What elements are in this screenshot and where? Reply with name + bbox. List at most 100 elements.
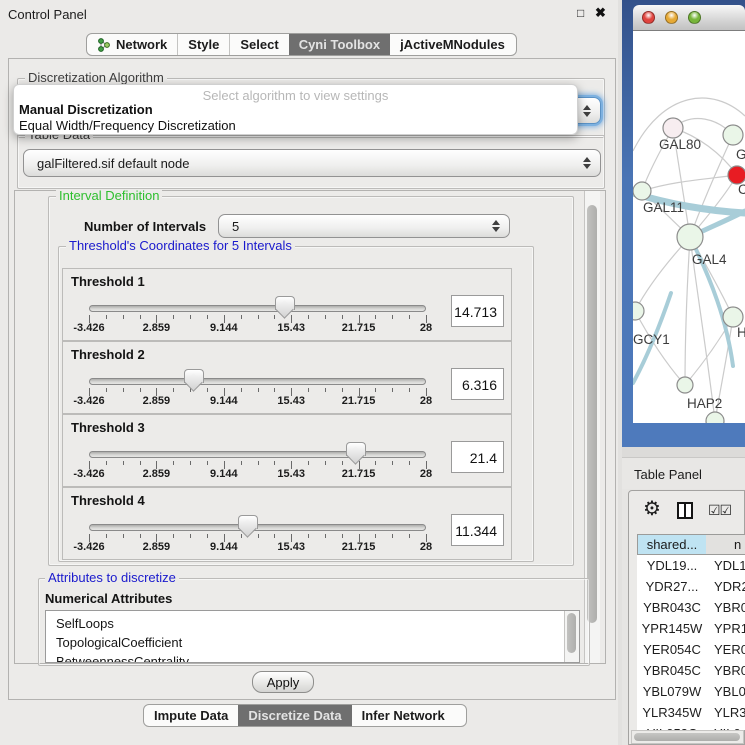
cell-name[interactable]: YBL0 xyxy=(707,681,745,702)
cell-shared-name[interactable]: YER054C xyxy=(637,639,707,660)
numerical-attributes-list[interactable]: SelfLoopsTopologicalCoefficientBetweenne… xyxy=(45,610,580,663)
tab-style[interactable]: Style xyxy=(177,34,229,55)
attribute-list-item[interactable]: SelfLoops xyxy=(46,614,579,633)
table-row[interactable]: YBL079WYBL0 xyxy=(637,681,745,702)
node-hap2[interactable] xyxy=(677,377,693,393)
threshold-value-field[interactable]: 11.344 xyxy=(451,514,504,546)
tab-cyni-toolbox[interactable]: Cyni Toolbox xyxy=(289,34,390,55)
attribute-list-item[interactable]: TopologicalCoefficient xyxy=(46,633,579,652)
cell-shared-name[interactable]: YDR27... xyxy=(637,576,707,597)
float-icon[interactable]: □ xyxy=(577,6,584,20)
table-row[interactable]: YLR345WYLR3 xyxy=(637,702,745,723)
cell-shared-name[interactable]: YDL19... xyxy=(637,555,707,576)
cell-shared-name[interactable]: YBR043C xyxy=(637,597,707,618)
node-bottom[interactable] xyxy=(706,412,724,423)
columns-icon[interactable] xyxy=(677,502,693,519)
tab-discretize-data[interactable]: Discretize Data xyxy=(238,705,351,726)
threshold-value-field[interactable]: 14.713 xyxy=(451,295,504,327)
node-gal11[interactable] xyxy=(633,182,651,200)
slider-track[interactable] xyxy=(89,451,426,458)
slider-track[interactable] xyxy=(89,305,426,312)
gear-icon[interactable]: ⚙ xyxy=(643,499,661,519)
node-gal80[interactable] xyxy=(663,118,683,138)
tick-label: 15.43 xyxy=(277,322,305,334)
tick-mark xyxy=(140,534,141,538)
close-icon[interactable]: ✖ xyxy=(595,5,606,21)
cell-shared-name[interactable]: YBR045C xyxy=(637,660,707,681)
network-window-titlebar[interactable] xyxy=(633,5,745,31)
network-edge[interactable] xyxy=(635,237,690,311)
column-header-shared-name[interactable]: shared... xyxy=(637,534,707,555)
network-edge[interactable] xyxy=(685,237,690,385)
node-gcy1[interactable] xyxy=(633,302,644,320)
slider-tick-labels: -3.4262.8599.14415.4321.71528 xyxy=(89,468,426,482)
table-row[interactable]: YPR145WYPR1 xyxy=(637,618,745,639)
node-top-right[interactable] xyxy=(723,125,743,145)
tab-impute-data[interactable]: Impute Data xyxy=(144,705,238,726)
slider-thumb[interactable] xyxy=(346,442,366,456)
cell-shared-name[interactable]: YBL079W xyxy=(637,681,707,702)
cell-name[interactable]: YBR0 xyxy=(707,660,745,681)
network-window-frame: GAL80GACGAL11GAL4GCY1HHAP2 xyxy=(622,0,745,447)
table-row[interactable]: YIL052CYIL0 xyxy=(637,723,745,730)
tab-infer-network[interactable]: Infer Network xyxy=(352,705,455,726)
table-row[interactable]: YER054CYER0 xyxy=(637,639,745,660)
cell-name[interactable]: YBR0 xyxy=(707,597,745,618)
checkbox-icons[interactable]: ☑☑ xyxy=(708,502,731,519)
network-view-canvas[interactable]: GAL80GACGAL11GAL4GCY1HHAP2 xyxy=(633,31,745,423)
tab-network[interactable]: Network xyxy=(87,34,177,55)
popup-option-equal-width[interactable]: Equal Width/Frequency Discretization xyxy=(19,118,236,133)
tick-mark xyxy=(308,388,309,392)
cell-shared-name[interactable]: YPR145W xyxy=(637,618,707,639)
attributes-list-scrollbar[interactable] xyxy=(564,611,579,662)
cell-name[interactable]: YPR1 xyxy=(707,618,745,639)
cell-name[interactable]: YLR3 xyxy=(707,702,745,723)
threshold-value-field[interactable]: 21.4 xyxy=(451,441,504,473)
slider-tick-labels: -3.4262.8599.14415.4321.71528 xyxy=(89,322,426,336)
close-traffic-light[interactable] xyxy=(642,11,655,24)
scrollbar-thumb[interactable] xyxy=(634,733,740,741)
scrollbar-thumb[interactable] xyxy=(567,613,576,653)
column-header-name[interactable]: n xyxy=(706,534,745,555)
slider-thumb[interactable] xyxy=(275,296,295,310)
threshold-panel-3: Threshold 3-3.4262.8599.14415.4321.71528… xyxy=(62,414,512,487)
cell-shared-name[interactable]: YLR345W xyxy=(637,702,707,723)
table-row[interactable]: YBR045CYBR0 xyxy=(637,660,745,681)
table-panel-body: ⚙ ☑☑ shared... n YDL19...YDL1YDR27...YDR… xyxy=(628,490,745,745)
cell-name[interactable]: YER0 xyxy=(707,639,745,660)
tab-jactivemnodules[interactable]: jActiveMNodules xyxy=(390,34,515,55)
tick-mark xyxy=(241,388,242,392)
apply-button[interactable]: Apply xyxy=(252,671,314,693)
table-row[interactable]: YDL19...YDL1 xyxy=(637,555,745,576)
node-gal4[interactable] xyxy=(677,224,703,250)
tab-select[interactable]: Select xyxy=(229,34,288,55)
threshold-panel-2: Threshold 2-3.4262.8599.14415.4321.71528… xyxy=(62,341,512,414)
popup-option-manual-discretization[interactable]: Manual Discretization xyxy=(19,102,153,117)
scrollbar-thumb[interactable] xyxy=(587,205,597,623)
node-table[interactable]: YDL19...YDL1YDR27...YDR2YBR043CYBR0YPR14… xyxy=(637,555,745,730)
network-edge[interactable] xyxy=(642,175,737,191)
cell-name[interactable]: YDR2 xyxy=(707,576,745,597)
minimize-traffic-light[interactable] xyxy=(665,11,678,24)
num-intervals-label: Number of Intervals xyxy=(84,219,206,234)
cell-name[interactable]: YIL0 xyxy=(707,723,745,730)
threshold-value-field[interactable]: 6.316 xyxy=(451,368,504,400)
node-h[interactable] xyxy=(723,307,743,327)
tick-mark xyxy=(173,388,174,392)
slider-thumb[interactable] xyxy=(184,369,204,383)
slider-thumb[interactable] xyxy=(238,515,258,529)
num-intervals-combo[interactable]: 5 xyxy=(218,214,510,238)
cell-shared-name[interactable]: YIL052C xyxy=(637,723,707,730)
tick-mark xyxy=(258,315,259,319)
zoom-traffic-light[interactable] xyxy=(688,11,701,24)
table-horizontal-scrollbar[interactable] xyxy=(631,730,744,744)
panel-divider[interactable] xyxy=(622,447,745,457)
table-row[interactable]: YBR043CYBR0 xyxy=(637,597,745,618)
table-data-combo[interactable]: galFiltered.sif default node xyxy=(23,149,601,177)
table-row[interactable]: YDR27...YDR2 xyxy=(637,576,745,597)
slider-track[interactable] xyxy=(89,378,426,385)
slider-tick-labels: -3.4262.8599.14415.4321.71528 xyxy=(89,541,426,555)
tick-mark xyxy=(392,461,393,465)
attribute-list-item[interactable]: BetweennessCentrality xyxy=(46,652,579,663)
cell-name[interactable]: YDL1 xyxy=(707,555,745,576)
